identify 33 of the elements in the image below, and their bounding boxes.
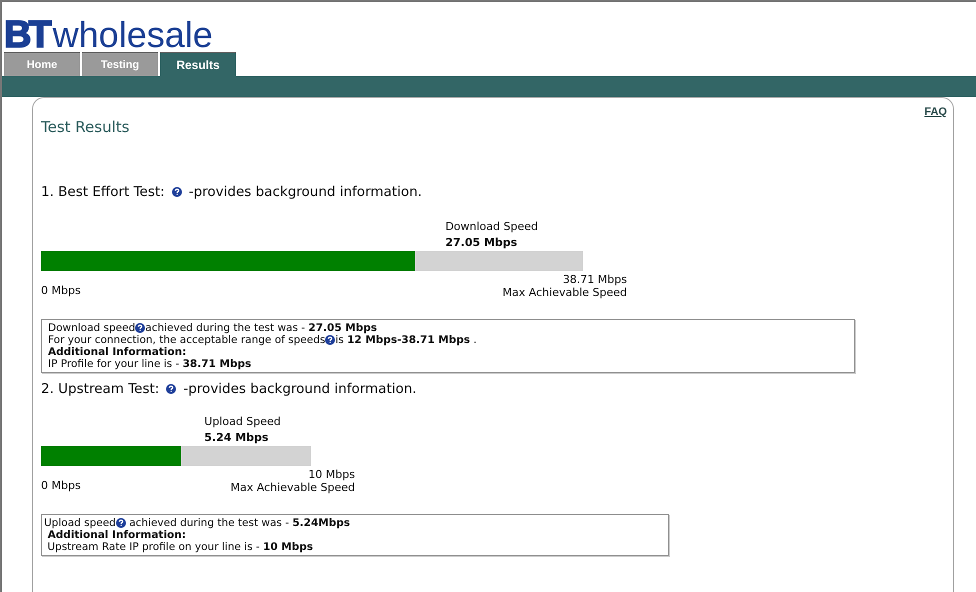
info-text: is 12 Mbps-38.71 Mbps . bbox=[335, 334, 477, 346]
faq-link[interactable]: FAQ bbox=[924, 106, 947, 118]
max-speed-label: Max Achievable Speed bbox=[230, 481, 355, 494]
help-icon[interactable] bbox=[166, 384, 176, 394]
logo: BTwholesale bbox=[4, 18, 213, 52]
help-icon[interactable] bbox=[135, 323, 146, 333]
min-speed: 0 Mbps bbox=[41, 284, 81, 299]
info-text: achieved during the test was - 5.24Mbps bbox=[128, 517, 350, 529]
max-speed: 10 Mbps bbox=[308, 468, 355, 481]
help-icon[interactable] bbox=[116, 518, 126, 528]
test-heading: 2. Upstream Test: bbox=[41, 381, 160, 397]
test-note: -provides background information. bbox=[183, 381, 417, 397]
info-text: Download speed bbox=[48, 322, 136, 334]
page-title: Test Results bbox=[41, 118, 130, 136]
speed-label: Download Speed bbox=[445, 220, 539, 233]
test-note: -provides background information. bbox=[188, 184, 422, 200]
max-speed: 38.71 Mbps bbox=[562, 273, 627, 286]
speed-label: Upload Speed bbox=[204, 415, 282, 428]
info-text: Upload speed bbox=[44, 517, 116, 529]
test-heading: 1. Best Effort Test: bbox=[41, 184, 165, 200]
help-icon[interactable] bbox=[172, 187, 182, 197]
info-text: achieved during the test was - 27.05 Mbps bbox=[145, 322, 378, 334]
max-speed-label: Max Achievable Speed bbox=[502, 286, 627, 299]
min-speed: 0 Mbps bbox=[41, 479, 81, 494]
speed-value: 27.05 Mbps bbox=[445, 236, 518, 249]
info-text: Upstream Rate IP profile on your line is - 10 Mbps bbox=[46, 541, 314, 553]
info-heading: Additional Information: bbox=[46, 529, 186, 541]
info-heading: Additional Information: bbox=[48, 346, 186, 358]
speed-value: 5.24 Mbps bbox=[204, 431, 270, 444]
help-icon[interactable] bbox=[325, 335, 336, 345]
info-text: For your connection, the acceptable range of speeds bbox=[48, 334, 326, 346]
nav-tab[interactable]: Results bbox=[160, 52, 236, 76]
info-text: IP Profile for your line is - 38.71 Mbps bbox=[48, 358, 252, 370]
